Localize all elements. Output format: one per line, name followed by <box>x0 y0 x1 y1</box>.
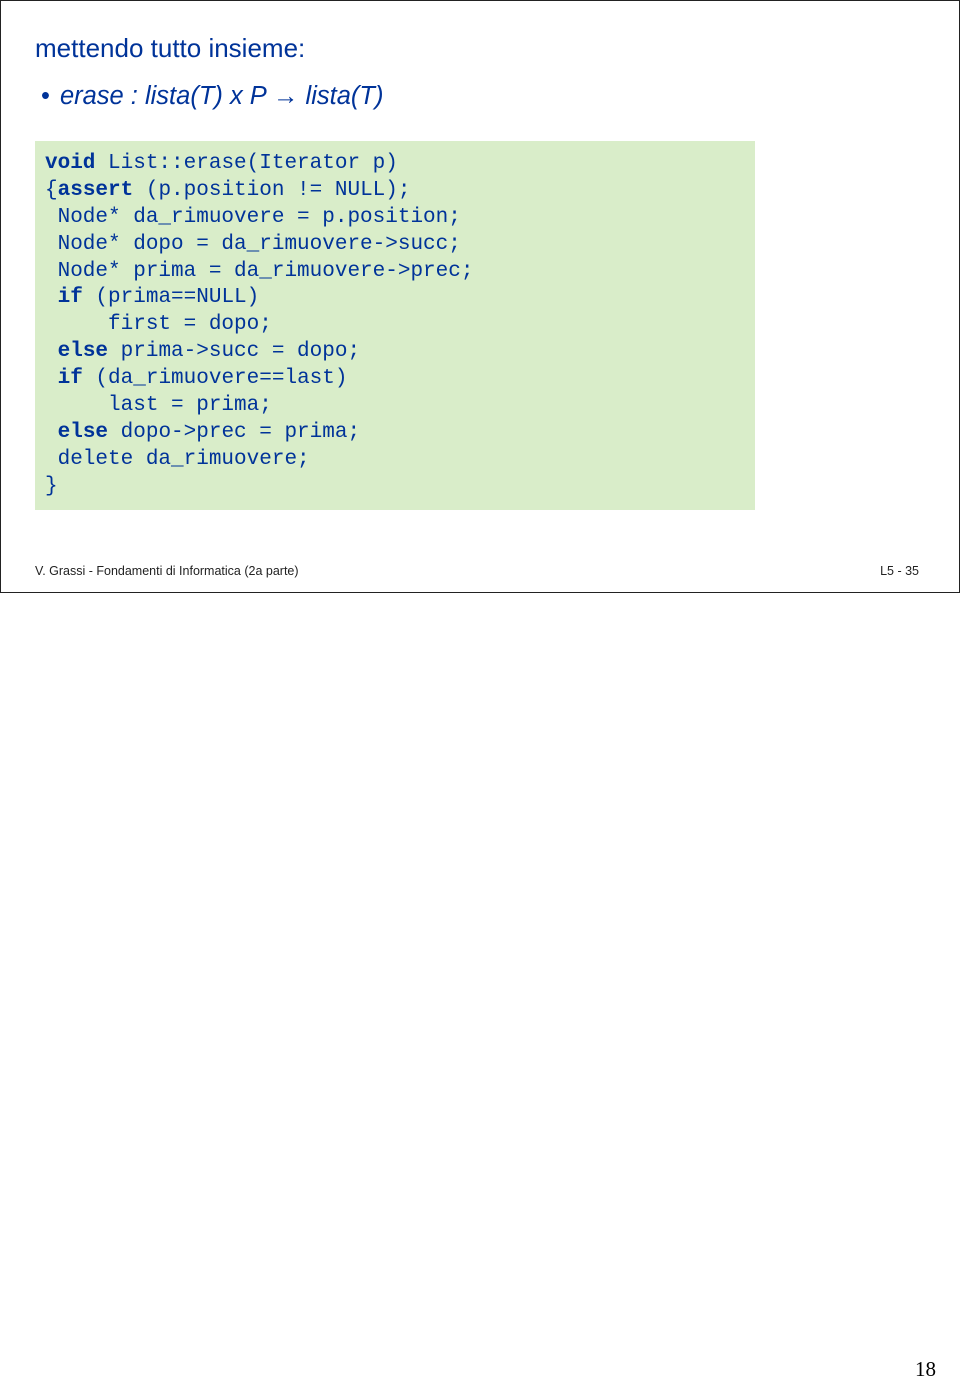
code-l8-pre <box>45 340 58 363</box>
code-l11-pre <box>45 421 58 444</box>
bullet-icon: • <box>41 82 50 111</box>
erase-text: erase : lista(T) x P → lista(T) <box>60 82 384 110</box>
kw-assert: assert <box>58 179 134 202</box>
slide-footer: V. Grassi - Fondamenti di Informatica (2… <box>35 564 925 578</box>
footer-slide-number: L5 - 35 <box>880 564 925 578</box>
kw-if-2: if <box>58 367 83 390</box>
code-l8-rest: prima->succ = dopo; <box>108 340 360 363</box>
code-l1-rest: List::erase(Iterator p) <box>95 152 397 175</box>
slide-title: mettendo tutto insieme: <box>35 33 925 64</box>
code-l11-rest: dopo->prec = prima; <box>108 421 360 444</box>
code-l6-pre <box>45 286 58 309</box>
code-l2a: { <box>45 179 58 202</box>
code-l7: first = dopo; <box>45 313 272 336</box>
code-l9-rest: (da_rimuovere==last) <box>83 367 348 390</box>
code-block: void List::erase(Iterator p) {assert (p.… <box>35 141 755 510</box>
slide-frame: mettendo tutto insieme: • erase : lista(T… <box>0 0 960 593</box>
kw-if-1: if <box>58 286 83 309</box>
code-l3: Node* da_rimuovere = p.position; <box>45 206 461 229</box>
page-number: 18 <box>915 1357 936 1382</box>
footer-author: V. Grassi - Fondamenti di Informatica (2… <box>35 564 299 578</box>
code-l9-pre <box>45 367 58 390</box>
code-l12: delete da_rimuovere; <box>45 448 310 471</box>
code-l10: last = prima; <box>45 394 272 417</box>
code-l13: } <box>45 475 58 498</box>
kw-else-1: else <box>58 340 108 363</box>
code-l6-rest: (prima==NULL) <box>83 286 259 309</box>
kw-else-2: else <box>58 421 108 444</box>
code-l5: Node* prima = da_rimuovere->prec; <box>45 260 473 283</box>
code-l4: Node* dopo = da_rimuovere->succ; <box>45 233 461 256</box>
code-l2b: (p.position != NULL); <box>133 179 410 202</box>
kw-void: void <box>45 152 95 175</box>
erase-signature: • erase : lista(T) x P → lista(T) <box>41 82 925 111</box>
